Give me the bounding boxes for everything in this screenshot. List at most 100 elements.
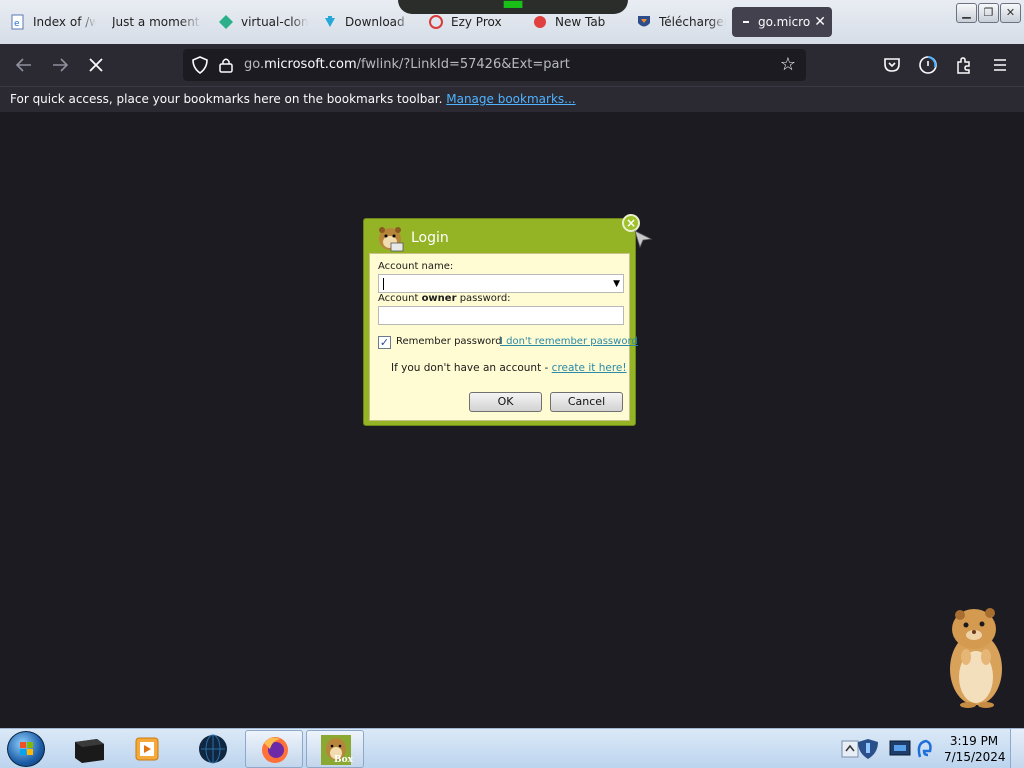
black-box-app-icon	[75, 739, 104, 763]
tab-index-of[interactable]: e Index of /w	[10, 7, 96, 37]
stop-x-icon	[89, 58, 103, 72]
account-name-label: Account name:	[378, 261, 454, 272]
puzzle-icon	[957, 57, 970, 74]
login-dialog: Login Account name: ▼ Account owner pass…	[363, 218, 638, 426]
tab-virtual-clone[interactable]: virtual-clon	[218, 7, 308, 37]
minimize-button[interactable]: ▁	[956, 3, 977, 23]
loading-icon	[740, 14, 752, 30]
forward-button[interactable]	[48, 53, 72, 77]
close-tab-icon[interactable]: ✕	[814, 15, 826, 29]
tab-strip: e Index of /w Just a moment... virtual-c…	[0, 0, 1024, 44]
password-label: Account owner password:	[378, 293, 511, 304]
extensions-button[interactable]	[952, 53, 976, 77]
create-account-link[interactable]: create it here!	[552, 362, 627, 374]
stop-button[interactable]	[84, 53, 108, 77]
account-circle-icon	[919, 56, 937, 74]
taskbar-globe-app[interactable]	[184, 730, 242, 768]
dark-globe-icon	[199, 734, 227, 764]
lock-icon[interactable]	[219, 57, 233, 73]
bookmarks-hint: For quick access, place your bookmarks h…	[10, 92, 443, 106]
forgot-password-link[interactable]: I don't remember password	[500, 336, 638, 347]
navigation-toolbar: go.microsoft.com/fwlink/?LinkId=57426&Ex…	[0, 44, 1024, 86]
tab-download[interactable]: Download	[322, 7, 412, 37]
taskbar-hamster-box[interactable]: Box	[306, 730, 364, 768]
security-shield-icon	[858, 739, 878, 759]
no-account-text: If you don't have an account - create it…	[391, 362, 627, 374]
taskbar-clock[interactable]: 3:19 PM 7/15/2024	[944, 733, 1006, 765]
svg-text:e: e	[14, 19, 20, 29]
ok-button[interactable]: OK	[469, 392, 542, 412]
window-controls: ▁ ❐ ✕	[956, 3, 1021, 23]
dialog-title: Login	[411, 230, 449, 246]
ie-page-icon: e	[10, 14, 26, 30]
password-label-suffix: password:	[456, 293, 511, 304]
hamster-mascot[interactable]	[938, 605, 1010, 709]
forward-arrow-icon	[53, 58, 69, 72]
hamburger-menu-icon	[994, 59, 1006, 71]
password-field[interactable]	[378, 306, 624, 325]
taskbar-media-player[interactable]	[120, 730, 178, 768]
manage-bookmarks-link[interactable]: Manage bookmarks...	[446, 92, 575, 106]
pocket-icon	[884, 58, 900, 72]
url-host: microsoft.com	[264, 57, 357, 72]
url-prefix: go.	[244, 57, 265, 72]
show-desktop-button[interactable]	[1010, 729, 1024, 768]
system-tray	[840, 729, 940, 768]
tab-title: Just a moment...	[112, 15, 202, 29]
tab-title: Télécharger	[659, 15, 726, 29]
windows-taskbar: Box 3:19 PM 7/15/2024	[0, 728, 1024, 768]
dialog-body: Account name: ▼ Account owner password: …	[369, 253, 638, 421]
text-caret	[383, 278, 384, 290]
account-name-combobox[interactable]: ▼	[378, 274, 624, 293]
show-hidden-icons-icon	[841, 740, 859, 758]
start-button[interactable]	[7, 731, 45, 767]
clock-date: 7/15/2024	[944, 750, 1006, 764]
tab-title: New Tab	[555, 15, 606, 29]
tracking-shield-icon[interactable]	[191, 56, 209, 74]
tab-title: Index of /w	[33, 15, 96, 29]
firefox-icon	[262, 737, 288, 763]
password-label-bold: owner	[421, 293, 457, 304]
url-text[interactable]: go.microsoft.com/fwlink/?LinkId=57426&Ex…	[244, 57, 570, 72]
green-diamond-icon	[218, 14, 234, 30]
tab-title: Ezy Prox	[451, 15, 502, 29]
ezy-prox-icon	[428, 14, 444, 30]
restore-button[interactable]: ❐	[978, 3, 999, 23]
no-account-prefix: If you don't have an account -	[391, 362, 552, 374]
taskbar-firefox[interactable]	[245, 730, 303, 768]
tab-title: go.micro	[758, 15, 811, 29]
pocket-button[interactable]	[880, 53, 904, 77]
close-window-button[interactable]: ✕	[1000, 3, 1021, 23]
cancel-button[interactable]: Cancel	[550, 392, 623, 412]
bookmarks-toolbar: For quick access, place your bookmarks h…	[0, 86, 1024, 112]
account-button[interactable]	[916, 53, 940, 77]
remember-password-checkbox[interactable]: ✓	[378, 336, 391, 349]
url-path: /fwlink/?LinkId=57426&Ext=part	[356, 57, 570, 72]
cursor-pointer-icon	[634, 230, 653, 249]
bookmark-star-icon[interactable]: ☆	[778, 55, 798, 75]
tab-just-a-moment[interactable]: Just a moment...	[112, 7, 202, 37]
new-tab-icon	[532, 14, 548, 30]
green-indicator-icon: ▀▀	[503, 1, 523, 15]
tab-telecharger[interactable]: Télécharger	[636, 7, 726, 37]
windows-logo-icon	[20, 742, 33, 755]
back-arrow-icon	[15, 58, 31, 72]
tab-title: virtual-clon	[241, 15, 308, 29]
back-button[interactable]	[12, 53, 36, 77]
network-monitor-icon	[889, 740, 911, 756]
menu-button[interactable]	[988, 53, 1012, 77]
fox-shield-icon	[636, 14, 652, 30]
hamster-box-label: Box	[334, 755, 353, 765]
taskbar-black-box-app[interactable]	[60, 730, 118, 768]
dropdown-arrow-icon[interactable]: ▼	[613, 278, 620, 290]
hamster-logo-icon	[379, 227, 404, 252]
tab-title: Download	[345, 15, 405, 29]
download-arrow-icon	[322, 14, 338, 30]
address-bar[interactable]: go.microsoft.com/fwlink/?LinkId=57426&Ex…	[183, 49, 806, 81]
clock-time: 3:19 PM	[949, 734, 999, 748]
media-player-icon	[135, 737, 159, 761]
password-label-prefix: Account	[378, 293, 422, 304]
remember-password-label[interactable]: Remember password	[396, 336, 502, 347]
edge-browser-icon	[917, 739, 932, 758]
tab-go-microsoft-active[interactable]: go.micro ✕	[732, 7, 832, 37]
